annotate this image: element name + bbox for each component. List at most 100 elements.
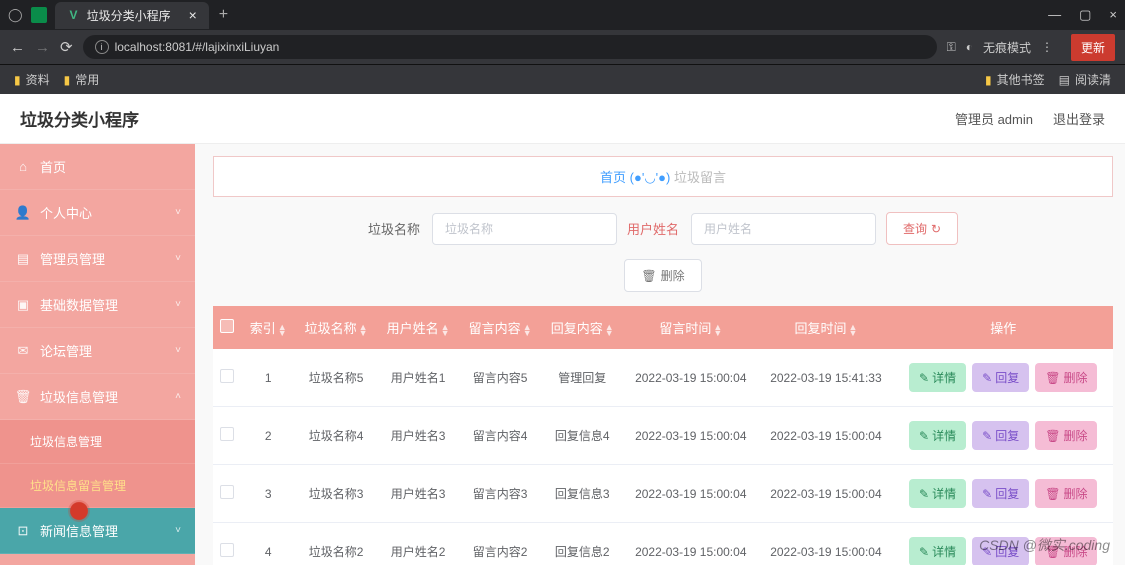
detail-button[interactable]: ✎详情 [909, 537, 966, 565]
cell-idx: 3 [241, 465, 295, 523]
cell-user: 用户姓名1 [377, 349, 459, 407]
app: 垃圾分类小程序 管理员 admin 退出登录 ⌂首页👤个人中心˅▤管理员管理˅▣… [0, 94, 1125, 565]
readlist-icon: ▤ [1059, 73, 1070, 87]
current-user: 管理员 admin [955, 109, 1033, 128]
close-icon[interactable]: × [189, 7, 197, 23]
window-close-button[interactable]: × [1109, 7, 1117, 23]
cell-reply: 回复信息2 [541, 523, 623, 565]
reply-button[interactable]: ✎回复 [972, 363, 1029, 392]
cell-name: 垃圾名称3 [295, 465, 377, 523]
sidebar-subitem[interactable]: 垃圾信息管理 [0, 420, 195, 464]
sort-icon[interactable]: ▲▼ [278, 324, 287, 336]
key-icon[interactable]: ⚿ [947, 40, 956, 55]
maximize-button[interactable]: ▢ [1079, 7, 1091, 23]
sidebar: ⌂首页👤个人中心˅▤管理员管理˅▣基础数据管理˅✉论坛管理˅🗑垃圾信息管理˄垃圾… [0, 144, 195, 565]
col-msg[interactable]: 留言内容▲▼ [459, 306, 541, 349]
logout-link[interactable]: 退出登录 [1053, 109, 1105, 128]
sidebar-label: 管理员管理 [40, 249, 105, 268]
url-text: localhost:8081/#/lajixinxiLiuyan [115, 40, 280, 54]
detail-button[interactable]: ✎详情 [909, 479, 966, 508]
bookmark-item[interactable]: ▤阅读清 [1059, 71, 1111, 88]
back-button[interactable]: ← [10, 39, 25, 56]
sort-icon[interactable]: ▲▼ [441, 324, 450, 336]
detail-icon: ✎ [919, 487, 929, 501]
detail-icon: ✎ [919, 545, 929, 559]
minimize-button[interactable]: — [1048, 7, 1061, 23]
reply-button[interactable]: ✎回复 [972, 421, 1029, 450]
bookmark-item[interactable]: ▮资料 [14, 71, 50, 88]
bookmark-item[interactable]: ▮常用 [64, 71, 100, 88]
row-checkbox[interactable] [220, 369, 234, 383]
incognito-label: 无痕模式 [983, 39, 1031, 56]
menu-icon: ✉ [16, 343, 30, 359]
filter-input-user[interactable] [691, 213, 876, 245]
forward-button[interactable]: → [35, 39, 50, 56]
reply-label: 回复 [995, 543, 1019, 560]
table-row: 2垃圾名称4用户姓名3留言内容4回复信息42022-03-19 15:00:04… [213, 407, 1113, 465]
reload-button[interactable]: ⟳ [60, 38, 73, 56]
sidebar-item[interactable]: ▤管理员管理˅ [0, 236, 195, 282]
row-checkbox[interactable] [220, 485, 234, 499]
sort-icon[interactable]: ▲▼ [605, 324, 614, 336]
detail-button[interactable]: ✎详情 [909, 363, 966, 392]
col-user[interactable]: 用户姓名▲▼ [377, 306, 459, 349]
row-delete-button[interactable]: 🗑删除 [1035, 363, 1097, 392]
bookmark-item[interactable]: ▮其他书签 [985, 71, 1045, 88]
filter-input-name[interactable] [432, 213, 617, 245]
detail-button[interactable]: ✎详情 [909, 421, 966, 450]
sidebar-label: 首页 [40, 157, 66, 176]
sort-icon[interactable]: ▲▼ [523, 324, 532, 336]
row-delete-button[interactable]: 🗑删除 [1035, 537, 1097, 565]
breadcrumb-home[interactable]: 首页 [600, 170, 626, 185]
row-delete-button[interactable]: 🗑删除 [1035, 421, 1097, 450]
breadcrumb-current: 垃圾留言 [674, 170, 726, 185]
col-idx[interactable]: 索引▲▼ [241, 306, 295, 349]
address-bar[interactable]: i localhost:8081/#/lajixinxiLiuyan [83, 35, 937, 59]
sidebar-item[interactable]: ▣基础数据管理˅ [0, 282, 195, 328]
reply-button[interactable]: ✎回复 [972, 479, 1029, 508]
sort-icon[interactable]: ▲▼ [713, 324, 722, 336]
reply-icon: ✎ [982, 545, 992, 559]
delete-label: 删除 [1063, 543, 1087, 560]
col-reply[interactable]: 回复内容▲▼ [541, 306, 623, 349]
cell-msgtime: 2022-03-19 15:00:04 [623, 407, 758, 465]
sidebar-item[interactable]: ✉论坛管理˅ [0, 328, 195, 374]
delete-button[interactable]: 🗑删除 [624, 259, 701, 292]
menu-icon: 🗑 [16, 389, 30, 405]
sidebar-item[interactable]: ⌂首页 [0, 144, 195, 190]
sort-icon[interactable]: ▲▼ [359, 324, 368, 336]
query-label: 查询 [903, 220, 927, 237]
cell-msg: 留言内容2 [459, 523, 541, 565]
cell-msgtime: 2022-03-19 15:00:04 [623, 523, 758, 565]
cell-idx: 4 [241, 523, 295, 565]
sidebar-item[interactable]: ➤用户管理˅ [0, 554, 195, 565]
new-tab-button[interactable]: + [219, 6, 228, 24]
reply-button[interactable]: ✎回复 [972, 537, 1029, 565]
col-msgtime[interactable]: 留言时间▲▼ [623, 306, 758, 349]
row-checkbox[interactable] [220, 427, 234, 441]
menu-icon[interactable]: ⋮ [1041, 40, 1053, 54]
browser-tab[interactable]: V 垃圾分类小程序 × [55, 2, 209, 29]
col-reptime[interactable]: 回复时间▲▼ [758, 306, 893, 349]
incognito-icon: ◐ [966, 40, 973, 54]
update-button[interactable]: 更新 [1071, 34, 1115, 61]
table-row: 3垃圾名称3用户姓名3留言内容3回复信息32022-03-19 15:00:04… [213, 465, 1113, 523]
sidebar-subitem[interactable]: 垃圾信息留言管理 [0, 464, 195, 508]
reply-icon: ✎ [982, 429, 992, 443]
cell-name: 垃圾名称5 [295, 349, 377, 407]
sort-icon[interactable]: ▲▼ [848, 324, 857, 336]
folder-icon: ▮ [64, 73, 71, 87]
sidebar-item[interactable]: 🗑垃圾信息管理˄ [0, 374, 195, 420]
bookmark-bar: ▮资料 ▮常用 ▮其他书签 ▤阅读清 [0, 64, 1125, 94]
app-title: 垃圾分类小程序 [20, 106, 139, 131]
row-delete-button[interactable]: 🗑删除 [1035, 479, 1097, 508]
sidebar-item[interactable]: 👤个人中心˅ [0, 190, 195, 236]
reply-icon: ✎ [982, 371, 992, 385]
select-all-checkbox[interactable] [220, 319, 234, 333]
info-icon[interactable]: i [95, 40, 109, 54]
sidebar-item[interactable]: ⊡新闻信息管理˅ [0, 508, 195, 554]
row-checkbox[interactable] [220, 543, 234, 557]
menu-icon: 👤 [16, 205, 30, 221]
col-name[interactable]: 垃圾名称▲▼ [295, 306, 377, 349]
query-button[interactable]: 查询↻ [886, 212, 958, 245]
